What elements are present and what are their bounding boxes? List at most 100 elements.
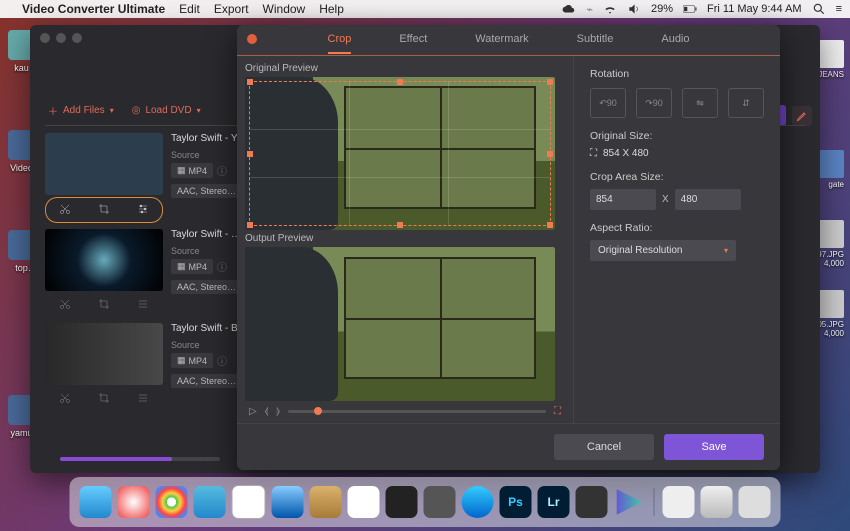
sliders-icon[interactable] — [137, 203, 149, 218]
crop-icon[interactable] — [98, 203, 110, 218]
original-size-value: 854 X 480 — [603, 148, 649, 159]
crop-icon[interactable] — [98, 392, 110, 407]
seek-track[interactable] — [288, 410, 546, 413]
audio-chip[interactable]: AAC, Stereo… — [171, 280, 242, 294]
menu-window[interactable]: Window — [263, 2, 306, 16]
tab-subtitle[interactable]: Subtitle — [577, 26, 614, 54]
chevron-down-icon: ▾ — [724, 246, 728, 255]
dock-lightroom[interactable]: Lr — [538, 486, 570, 518]
crop-height-input[interactable] — [675, 189, 741, 210]
dock-app[interactable] — [663, 486, 695, 518]
progress-bar — [60, 457, 220, 461]
dock-calendar[interactable] — [232, 485, 266, 519]
search-icon[interactable] — [812, 2, 826, 16]
crop-width-input[interactable] — [590, 189, 656, 210]
thumbnail[interactable] — [45, 229, 163, 291]
format-chip[interactable]: ▦ MP4 — [171, 259, 213, 274]
menu-export[interactable]: Export — [214, 2, 249, 16]
dock-video-converter[interactable] — [614, 486, 646, 518]
tab-effect[interactable]: Effect — [399, 26, 427, 54]
cloud-icon[interactable] — [562, 2, 576, 16]
edit-output-icon[interactable] — [792, 106, 812, 126]
dock-settings[interactable] — [424, 486, 456, 518]
audio-chip[interactable]: AAC, Stereo… — [171, 374, 242, 388]
player-bar: ▷ ⦉ ⦊ ⛶ — [245, 401, 565, 423]
rotation-label: Rotation — [590, 68, 764, 80]
tab-audio[interactable]: Audio — [661, 26, 689, 54]
thumbnail[interactable] — [45, 323, 163, 385]
crop-settings: Rotation ↶90 ↷90 ⇋ ⇵ Original Size: ⛶ 854… — [573, 56, 780, 423]
dock-mail[interactable] — [272, 486, 304, 518]
mac-menubar: Video Converter Ultimate Edit Export Win… — [0, 0, 850, 18]
dock-appstore[interactable] — [462, 486, 494, 518]
cut-icon[interactable] — [59, 298, 71, 313]
list-item[interactable]: Taylor Swift - B… Source ▦ MP4ⓘ AAC, Ste… — [45, 323, 260, 411]
play-icon[interactable]: ▷ — [249, 406, 257, 417]
item-tools — [45, 197, 163, 223]
dock-notes[interactable] — [348, 486, 380, 518]
output-preview-label: Output Preview — [245, 230, 565, 247]
dock-app[interactable] — [118, 486, 150, 518]
dock-app[interactable] — [576, 486, 608, 518]
battery-icon[interactable] — [683, 2, 697, 16]
expand-icon: ⛶ — [590, 148, 597, 159]
editor-panel: Crop Effect Watermark Subtitle Audio Ori… — [237, 25, 780, 470]
main-toolbar: ＋Add Files▾ ◎Load DVD▾ — [48, 103, 201, 118]
format-chip[interactable]: ▦ MP4 — [171, 353, 213, 368]
cancel-button[interactable]: Cancel — [554, 434, 654, 460]
wifi-icon[interactable] — [603, 2, 617, 16]
dock-chrome[interactable] — [156, 486, 188, 518]
next-frame-icon[interactable]: ⦊ — [276, 406, 280, 417]
original-preview[interactable] — [245, 77, 555, 230]
aspect-ratio-label: Aspect Ratio: — [590, 222, 764, 234]
flip-horizontal-icon[interactable]: ⇋ — [682, 88, 718, 118]
dock-terminal[interactable] — [386, 486, 418, 518]
clock[interactable]: Fri 11 May 9:44 AM — [707, 3, 802, 15]
prev-frame-icon[interactable]: ⦉ — [265, 406, 269, 417]
audio-chip[interactable]: AAC, Stereo… — [171, 184, 242, 198]
sliders-icon[interactable] — [137, 298, 149, 313]
crop-box[interactable] — [249, 81, 551, 226]
rotate-left-icon[interactable]: ↶90 — [590, 88, 626, 118]
cut-icon[interactable] — [59, 203, 71, 218]
battery-percent: 29% — [651, 3, 673, 15]
format-chip[interactable]: ▦ MP4 — [171, 163, 213, 178]
aspect-ratio-select[interactable]: Original Resolution▾ — [590, 240, 736, 261]
dock-contacts[interactable] — [310, 486, 342, 518]
crop-area-label: Crop Area Size: — [590, 171, 764, 183]
rotate-right-icon[interactable]: ↷90 — [636, 88, 672, 118]
info-icon[interactable]: ⓘ — [217, 259, 227, 274]
close-icon[interactable] — [247, 34, 257, 44]
flip-vertical-icon[interactable]: ⇵ — [728, 88, 764, 118]
list-item[interactable]: Taylor Swift - Y… Source ▦ MP4ⓘ AAC, Ste… — [45, 133, 260, 223]
load-dvd-button[interactable]: ◎Load DVD▾ — [132, 105, 201, 116]
info-icon[interactable]: ⓘ — [217, 163, 227, 178]
media-list: Taylor Swift - Y… Source ▦ MP4ⓘ AAC, Ste… — [45, 133, 260, 443]
save-button[interactable]: Save — [664, 434, 764, 460]
item-tools — [45, 387, 163, 411]
fullscreen-icon[interactable]: ⛶ — [554, 406, 561, 417]
item-tools — [45, 293, 163, 317]
tab-watermark[interactable]: Watermark — [475, 26, 528, 54]
dock-photoshop[interactable]: Ps — [500, 486, 532, 518]
dock-trash[interactable] — [739, 486, 771, 518]
menu-edit[interactable]: Edit — [179, 2, 200, 16]
app-name[interactable]: Video Converter Ultimate — [22, 2, 165, 16]
dock-downloads[interactable] — [701, 486, 733, 518]
original-size-label: Original Size: — [590, 130, 764, 142]
crop-icon[interactable] — [98, 298, 110, 313]
cut-icon[interactable] — [59, 392, 71, 407]
menu-help[interactable]: Help — [319, 2, 344, 16]
sliders-icon[interactable] — [137, 392, 149, 407]
dock-safari[interactable] — [194, 486, 226, 518]
bluetooth-icon[interactable]: ⌁ — [586, 3, 593, 16]
add-files-button[interactable]: ＋Add Files▾ — [48, 103, 114, 118]
dock-finder[interactable] — [80, 486, 112, 518]
notification-icon[interactable]: ≡ — [836, 3, 842, 15]
list-item[interactable]: Taylor Swift - … Source ▦ MP4ⓘ AAC, Ster… — [45, 229, 260, 317]
volume-icon[interactable] — [627, 2, 641, 16]
tab-crop[interactable]: Crop — [328, 26, 352, 54]
info-icon[interactable]: ⓘ — [217, 353, 227, 368]
window-controls[interactable] — [40, 33, 82, 43]
thumbnail[interactable] — [45, 133, 163, 195]
